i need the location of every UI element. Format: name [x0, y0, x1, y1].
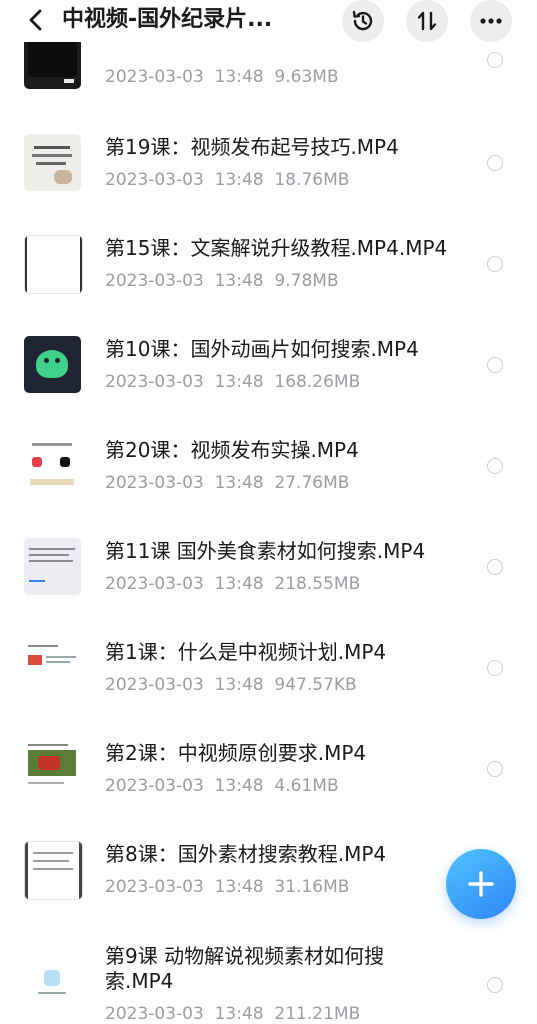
file-meta: 2023-03-03 13:48 31.16MB [105, 877, 350, 897]
more-button[interactable] [470, 0, 512, 42]
more-dots-icon [480, 18, 502, 24]
video-thumbnail [24, 437, 81, 494]
video-thumbnail [24, 956, 81, 1013]
file-meta: 2023-03-03 13:48 211.21MB [105, 1004, 361, 1024]
file-name: 第2课：中视频原创要求.MP4 [105, 741, 367, 765]
chevron-left-icon [29, 9, 42, 31]
video-thumbnail [24, 134, 81, 191]
select-radio[interactable] [487, 761, 503, 777]
history-button[interactable] [342, 0, 384, 42]
file-row[interactable]: 第1课：什么是中视频计划.MP4 2023-03-03 13:48 947.57… [0, 605, 537, 706]
file-name: 第15课：文案解说升级教程.MP4.MP4 [105, 236, 448, 260]
video-thumbnail [24, 336, 81, 393]
file-row[interactable]: 第10课：国外动画片如何搜索.MP4 2023-03-03 13:48 168.… [0, 302, 537, 403]
file-name: 第9课 动物解说视频素材如何搜索.MP4 [105, 944, 385, 993]
file-name: 第19课：视频发布起号技巧.MP4 [105, 135, 399, 159]
select-radio[interactable] [487, 559, 503, 575]
file-meta: 2023-03-03 13:48 947.57KB [105, 675, 357, 695]
file-row[interactable]: 第20课：视频发布实操.MP4 2023-03-03 13:48 27.76MB [0, 403, 537, 504]
file-row[interactable]: 第19课：视频发布起号技巧.MP4 2023-03-03 13:48 18.76… [0, 100, 537, 201]
plus-icon [468, 871, 494, 897]
video-thumbnail [24, 740, 81, 797]
file-row[interactable]: 第9课 动物解说视频素材如何搜索.MP4 2023-03-03 13:48 21… [0, 908, 537, 1024]
file-row[interactable]: 第11课 国外美食素材如何搜索.MP4 2023-03-03 13:48 218… [0, 504, 537, 605]
file-meta: 2023-03-03 13:48 18.76MB [105, 170, 350, 190]
select-radio[interactable] [487, 458, 503, 474]
top-bar: 中视频-国外纪录片... [0, 0, 537, 42]
video-thumbnail [24, 639, 81, 696]
sort-arrows-icon [417, 11, 437, 31]
select-radio[interactable] [487, 155, 503, 171]
file-name: 第10课：国外动画片如何搜索.MP4 [105, 337, 419, 361]
file-meta: 2023-03-03 13:48 4.61MB [105, 776, 339, 796]
file-row[interactable]: 第15课：文案解说升级教程.MP4.MP4 2023-03-03 13:48 9… [0, 201, 537, 302]
file-meta: 2023-03-03 13:48 218.55MB [105, 574, 361, 594]
page-title: 中视频-国外纪录片... [62, 7, 273, 32]
history-clock-icon [352, 10, 373, 31]
file-meta: 2023-03-03 13:48 9.63MB [105, 67, 339, 87]
file-name: 第11课 国外美食素材如何搜索.MP4 [105, 539, 426, 563]
file-name: 第20课：视频发布实操.MP4 [105, 438, 359, 462]
select-radio[interactable] [487, 357, 503, 373]
video-thumbnail [24, 538, 81, 595]
file-meta: 2023-03-03 13:48 9.78MB [105, 271, 339, 291]
add-button[interactable] [446, 849, 516, 919]
file-row[interactable]: 第2课：中视频原创要求.MP4 2023-03-03 13:48 4.61MB [0, 706, 537, 807]
file-name: 第1课：什么是中视频计划.MP4 [105, 640, 387, 664]
select-radio[interactable] [487, 256, 503, 272]
file-meta: 2023-03-03 13:48 168.26MB [105, 372, 361, 392]
back-button[interactable] [20, 4, 52, 36]
video-thumbnail [24, 235, 83, 294]
sort-button[interactable] [406, 0, 448, 42]
file-meta: 2023-03-03 13:48 27.76MB [105, 473, 350, 493]
select-radio[interactable] [487, 660, 503, 676]
select-radio[interactable] [487, 52, 503, 68]
file-browser-screen: 2023-03-03 13:48 9.63MB 第19课：视频发布起号技巧.MP… [0, 0, 537, 1024]
select-radio[interactable] [487, 977, 503, 993]
video-thumbnail [24, 841, 83, 900]
file-name: 第8课：国外素材搜索教程.MP4 [105, 842, 387, 866]
